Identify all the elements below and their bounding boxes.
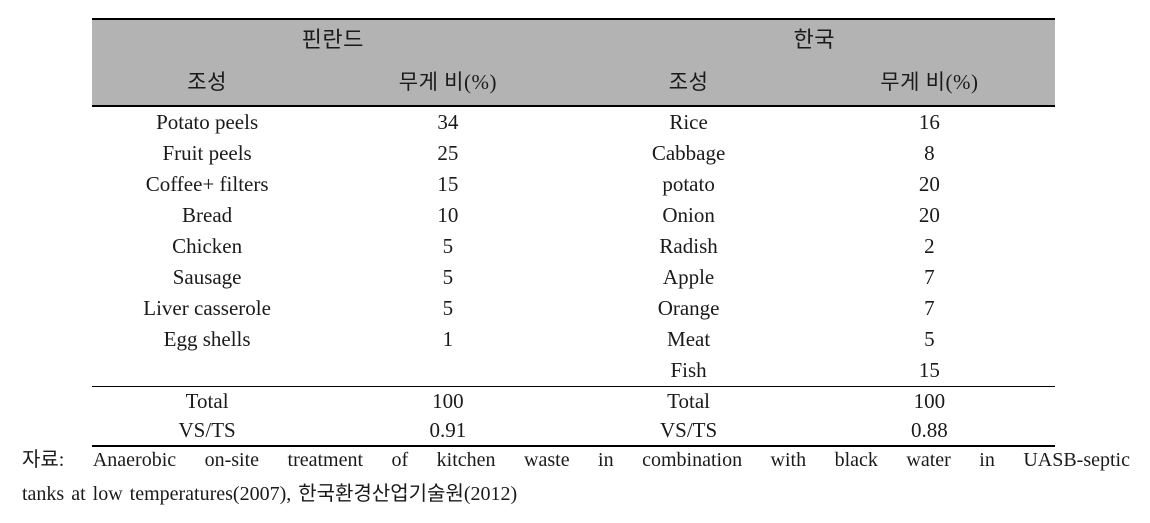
cell-finland-name: Chicken xyxy=(172,234,243,258)
cell-korea-name: Rice xyxy=(669,110,708,134)
cell-korea-name: Orange xyxy=(657,296,720,320)
cell-korea-summary-name: Total xyxy=(667,389,711,413)
column-header-finland-name: 조성 xyxy=(92,60,323,106)
cell-finland-summary-value: 100 xyxy=(432,389,464,413)
table-row: Chicken 5 Radish 2 xyxy=(92,231,1055,262)
summary-row: VS/TS 0.91 VS/TS 0.88 xyxy=(92,416,1055,447)
table-row: Potato peels 34 Rice 16 xyxy=(92,106,1055,138)
column-header-korea-name: 조성 xyxy=(573,60,804,106)
cell-korea-value: 20 xyxy=(918,172,940,196)
cell-finland-value: 5 xyxy=(442,296,454,320)
cell-korea-value: 7 xyxy=(924,265,935,289)
source-note: 자료: Anaerobic on-site treatment of kitch… xyxy=(22,443,1130,511)
cell-finland-name: Fruit peels xyxy=(162,141,252,165)
cell-korea-name: Apple xyxy=(662,265,715,289)
cell-korea-value: 7 xyxy=(924,296,935,320)
cell-korea-value: 16 xyxy=(918,110,940,134)
cell-finland-value: 10 xyxy=(437,203,459,227)
table-row: Bread 10 Onion 20 xyxy=(92,200,1055,231)
cell-finland-summary-value: 0.91 xyxy=(322,416,574,447)
header-column-row: 조성 무게 비(%) 조성 무게 비(%) xyxy=(92,60,1055,106)
cell-korea-name: potato xyxy=(662,172,715,196)
cell-finland-name: Bread xyxy=(182,203,233,227)
composition-table: 핀란드 한국 조성 무게 비(%) 조성 무게 비(%) Potato peel… xyxy=(92,18,1055,447)
source-note-line-2: tanks at low temperatures(2007), 한국환경산업기… xyxy=(22,483,518,505)
cell-korea-value: 20 xyxy=(918,203,940,227)
page-root: 핀란드 한국 조성 무게 비(%) 조성 무게 비(%) Potato peel… xyxy=(0,0,1150,523)
cell-finland-value: 34 xyxy=(437,110,459,134)
column-header-finland-value: 무게 비(%) xyxy=(322,60,574,106)
cell-korea-name: Cabbage xyxy=(651,141,726,165)
table-row: Sausage 5 Apple 7 xyxy=(92,262,1055,293)
table-row: Fruit peels 25 Cabbage 8 xyxy=(92,138,1055,169)
cell-korea-value: 8 xyxy=(924,141,935,165)
cell-korea-value: 5 xyxy=(924,327,935,351)
country-header-finland: 핀란드 xyxy=(92,19,574,60)
composition-table-container: 핀란드 한국 조성 무게 비(%) 조성 무게 비(%) Potato peel… xyxy=(92,18,1055,447)
cell-korea-value: 15 xyxy=(918,358,940,382)
cell-finland-name: Sausage xyxy=(172,265,242,289)
cell-korea-summary-value: 0.88 xyxy=(803,416,1055,447)
summary-row: Total 100 Total 100 xyxy=(92,387,1055,417)
cell-korea-name: Meat xyxy=(667,327,711,351)
cell-korea-value: 2 xyxy=(924,234,935,258)
cell-korea-summary-name: VS/TS xyxy=(573,416,804,447)
table-row: Egg shells 1 Meat 5 xyxy=(92,324,1055,355)
cell-finland-value: 5 xyxy=(442,265,454,289)
cell-finland-name: Egg shells xyxy=(163,327,251,351)
column-header-korea-value: 무게 비(%) xyxy=(803,60,1055,106)
country-header-korea: 한국 xyxy=(573,19,1055,60)
source-note-line-1: 자료: Anaerobic on-site treatment of kitch… xyxy=(22,449,1130,471)
cell-finland-value xyxy=(322,355,573,386)
cell-finland-summary-name: Total xyxy=(185,389,229,413)
cell-finland-value: 15 xyxy=(437,172,459,196)
cell-finland-name: Coffee+ filters xyxy=(145,172,269,196)
cell-korea-summary-value: 100 xyxy=(913,389,946,413)
table-row: Fish 15 xyxy=(92,355,1055,386)
table-header: 핀란드 한국 조성 무게 비(%) 조성 무게 비(%) xyxy=(92,19,1055,106)
cell-finland-value: 1 xyxy=(442,327,454,351)
table-row: Liver casserole 5 Orange 7 xyxy=(92,293,1055,324)
cell-korea-name: Fish xyxy=(670,358,707,382)
cell-finland-value: 25 xyxy=(437,141,459,165)
cell-finland-name xyxy=(92,355,322,386)
header-country-row: 핀란드 한국 xyxy=(92,19,1055,60)
cell-finland-summary-name: VS/TS xyxy=(92,416,323,447)
table-body: Potato peels 34 Rice 16 Fruit peels 25 Cabbage… xyxy=(92,106,1055,447)
cell-finland-value: 5 xyxy=(442,234,454,258)
cell-korea-name: Onion xyxy=(662,203,715,227)
table-row: Coffee+ filters 15 potato 20 xyxy=(92,169,1055,200)
cell-finland-name: Potato peels xyxy=(156,110,259,134)
cell-korea-name: Radish xyxy=(659,234,718,258)
cell-finland-name: Liver casserole xyxy=(143,296,271,320)
